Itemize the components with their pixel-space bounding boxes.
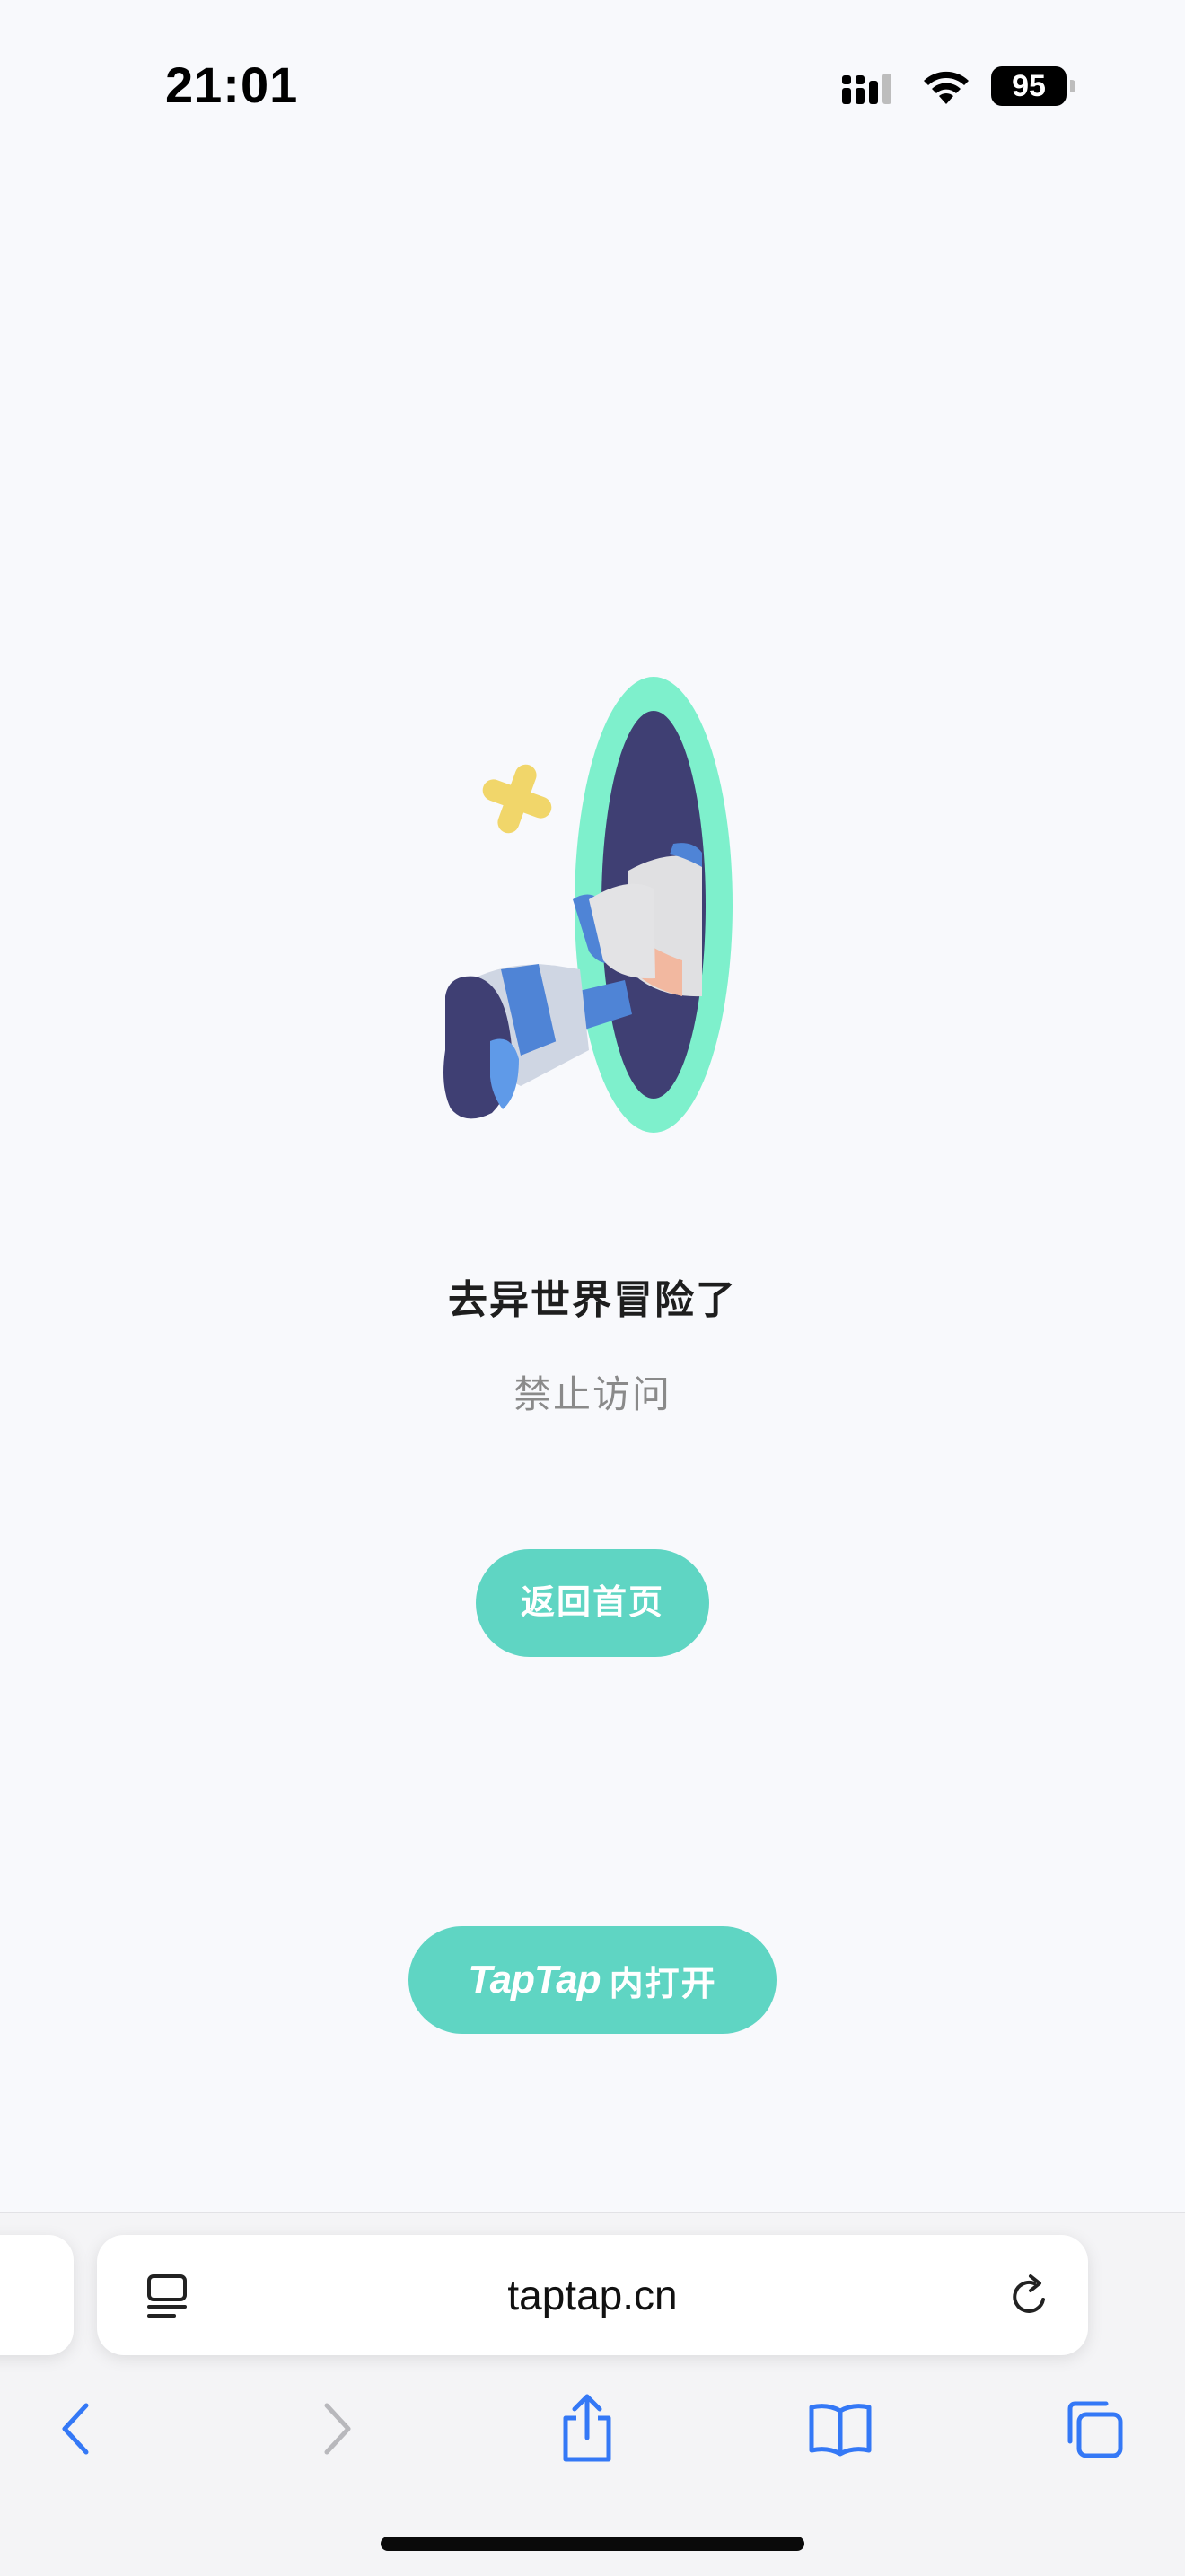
status-bar: 21:01 95 <box>0 0 1185 171</box>
sparkle-icon <box>482 764 552 834</box>
bookmarks-button[interactable] <box>786 2375 894 2483</box>
share-icon <box>563 2394 611 2462</box>
browser-toolbar <box>0 2375 1185 2483</box>
url-text[interactable]: taptap.cn <box>97 2235 1088 2355</box>
chevron-right-icon <box>324 2403 351 2455</box>
browser-bottom-bar: taptap.cn <box>0 2212 1185 2576</box>
tabs-button[interactable] <box>1040 2375 1147 2483</box>
open-in-taptap-button[interactable]: TapTap 内打开 <box>408 1926 777 2034</box>
portal-leg-illustration <box>443 677 733 1133</box>
taptap-logo: TapTap <box>468 1958 601 2002</box>
battery-level: 95 <box>1012 69 1046 103</box>
battery-tip <box>1070 80 1075 92</box>
chevron-left-icon <box>62 2403 89 2455</box>
open-in-app-label: 内打开 <box>609 1965 717 2003</box>
book-icon <box>809 2404 872 2457</box>
wifi-icon <box>924 71 969 104</box>
cellular-signal-icon <box>842 74 891 104</box>
page-subtitle: 禁止访问 <box>513 1373 672 1415</box>
back-button[interactable] <box>23 2375 131 2483</box>
return-home-button[interactable]: 返回首页 <box>476 1549 709 1657</box>
reload-icon[interactable] <box>1007 2271 1054 2321</box>
address-bar[interactable]: taptap.cn <box>97 2235 1088 2355</box>
page-title: 去异世界冒险了 <box>448 1278 737 1322</box>
home-indicator[interactable] <box>381 2537 804 2551</box>
tabs-icon <box>1067 2401 1123 2458</box>
previous-tab-card[interactable] <box>0 2235 74 2355</box>
share-button[interactable] <box>533 2375 641 2483</box>
forward-button[interactable] <box>282 2375 390 2483</box>
battery-indicator: 95 <box>991 66 1077 106</box>
status-time: 21:01 <box>165 57 299 113</box>
